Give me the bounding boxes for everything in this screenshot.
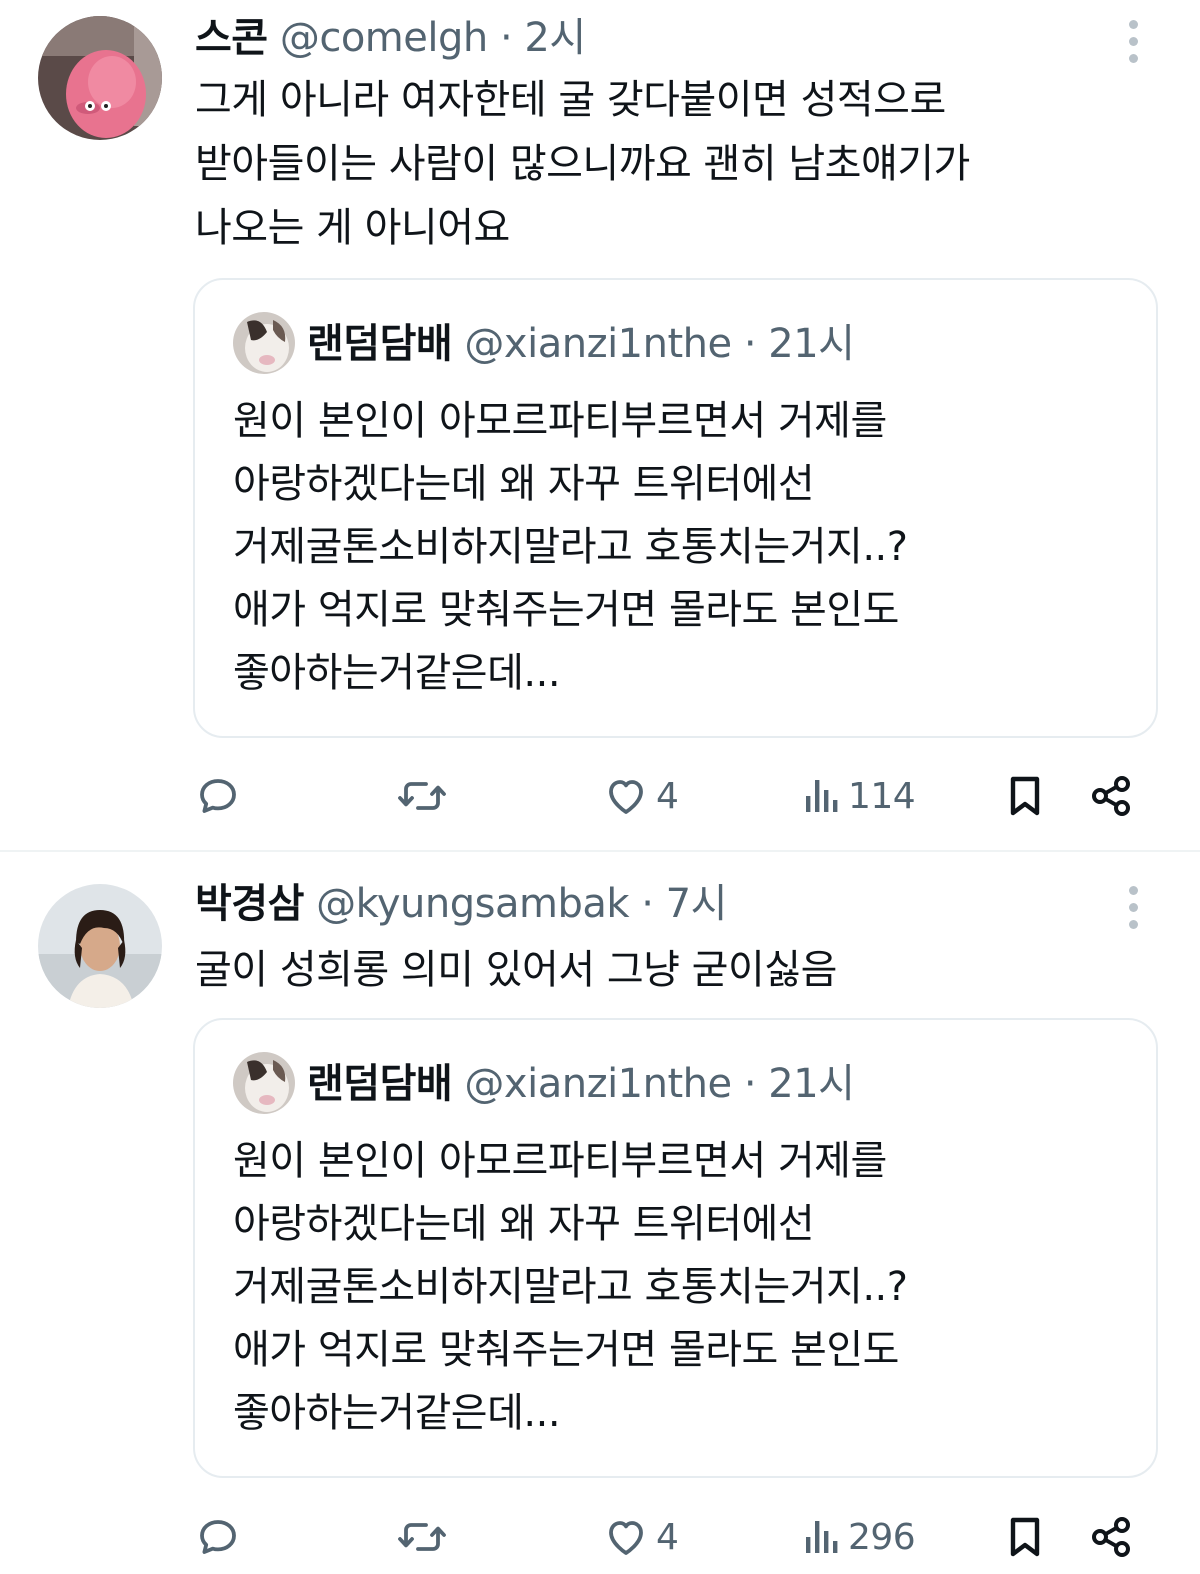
author-name[interactable]: 박경삼 (195, 881, 304, 927)
author-avatar[interactable] (38, 884, 162, 1008)
views-count: 114 (848, 775, 916, 817)
views-chart-icon (806, 1521, 838, 1553)
bookmark-button[interactable] (1003, 1507, 1047, 1567)
like-button[interactable]: 4 (602, 1507, 679, 1567)
views-button[interactable]: 296 (800, 1507, 916, 1567)
tweet-time[interactable]: 7시 (666, 881, 728, 927)
reply-icon (200, 1520, 236, 1554)
separator-dot: · (641, 881, 654, 927)
share-icon (1092, 1517, 1130, 1557)
quoted-tweet[interactable]: 랜덤담배 @xianzi1nthe · 21시 원이 본인이 아모르파티부르면서… (193, 278, 1158, 738)
share-button[interactable] (1088, 766, 1136, 826)
quoted-tweet[interactable]: 랜덤담배 @xianzi1nthe · 21시 원이 본인이 아모르파티부르면서… (193, 1018, 1158, 1478)
cat-avatar-icon (233, 1052, 295, 1114)
separator-dot: · (499, 15, 513, 61)
more-options-icon[interactable] (1124, 886, 1142, 932)
tweet-actions: 4 114 (0, 766, 1200, 826)
views-count: 296 (848, 1516, 916, 1558)
tweet-text: 그게 아니라 여자한테 굴 갖다붙이면 성적으로 받아들이는 사람이 많으니까요… (195, 77, 970, 251)
pink-cartoon-avatar-icon (38, 16, 162, 140)
bookmark-button[interactable] (1003, 766, 1047, 826)
retweet-button[interactable] (396, 766, 448, 826)
tweet-time[interactable]: 2시 (524, 15, 586, 61)
tweet[interactable]: 스콘 @comelgh · 2시 그게 아니라 여자한테 굴 갖다붙이면 성적으… (0, 0, 1200, 850)
reply-button[interactable] (194, 1507, 242, 1567)
like-count: 4 (656, 775, 679, 817)
tweet-header: 스콘 @comelgh · 2시 (195, 12, 586, 64)
like-count: 4 (656, 1516, 679, 1558)
like-button[interactable]: 4 (602, 766, 679, 826)
share-button[interactable] (1088, 1507, 1136, 1567)
retweet-icon (398, 782, 446, 810)
quoted-author-name: 랜덤담배 (307, 321, 453, 367)
author-name[interactable]: 스콘 (195, 15, 268, 61)
quoted-author-name: 랜덤담배 (307, 1061, 453, 1107)
tweet-header: 박경삼 @kyungsambak · 7시 (195, 878, 727, 930)
separator-dot: · (743, 1061, 757, 1107)
author-handle[interactable]: @comelgh (280, 15, 488, 61)
tweet-actions: 4 296 (0, 1507, 1200, 1567)
bookmark-icon (1010, 776, 1040, 816)
more-options-icon[interactable] (1124, 20, 1142, 66)
man-photo-avatar-icon (38, 884, 162, 1008)
quoted-tweet-text: 원이 본인이 아모르파티부르면서 거제를 아랑하겠다는데 왜 자꾸 트위터에선 … (233, 398, 908, 696)
bookmark-icon (1010, 1517, 1040, 1557)
views-button[interactable]: 114 (800, 766, 916, 826)
cat-avatar-icon (233, 312, 295, 374)
quoted-tweet-time: 21시 (768, 321, 855, 367)
tweet[interactable]: 박경삼 @kyungsambak · 7시 굴이 성희롱 의미 있어서 그냥 굳… (0, 850, 1200, 1574)
quoted-tweet-text: 원이 본인이 아모르파티부르면서 거제를 아랑하겠다는데 왜 자꾸 트위터에선 … (233, 1138, 908, 1436)
author-avatar[interactable] (38, 16, 162, 140)
reply-button[interactable] (194, 766, 242, 826)
views-chart-icon (806, 780, 838, 812)
share-icon (1092, 776, 1130, 816)
retweet-icon (398, 1523, 446, 1551)
quoted-tweet-header: 랜덤담배 @xianzi1nthe · 21시 (307, 1058, 855, 1110)
heart-icon (609, 780, 643, 814)
quoted-tweet-header: 랜덤담배 @xianzi1nthe · 21시 (307, 318, 855, 370)
quoted-author-handle: @xianzi1nthe (464, 321, 732, 367)
separator-dot: · (743, 321, 757, 367)
quoted-author-avatar (233, 312, 295, 374)
author-handle[interactable]: @kyungsambak (316, 881, 629, 927)
reply-icon (200, 779, 236, 813)
quoted-author-handle: @xianzi1nthe (464, 1061, 732, 1107)
retweet-button[interactable] (396, 1507, 448, 1567)
quoted-author-avatar (233, 1052, 295, 1114)
quoted-tweet-time: 21시 (768, 1061, 855, 1107)
tweet-text: 굴이 성희롱 의미 있어서 그냥 굳이싫음 (195, 947, 837, 993)
heart-icon (609, 1521, 643, 1555)
